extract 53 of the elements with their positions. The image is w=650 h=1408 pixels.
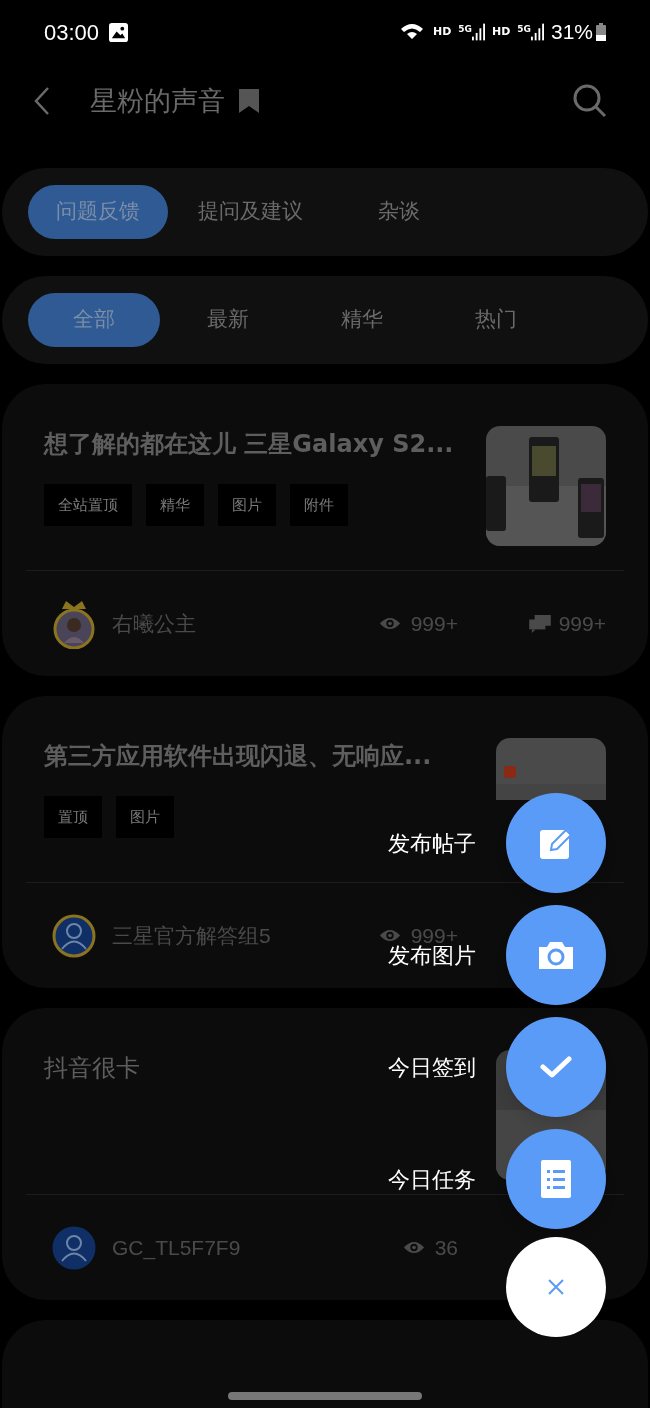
network-label: 5G — [517, 23, 531, 36]
menu-label: 今日任务 — [388, 1165, 476, 1194]
page-title: 星粉的声音 — [90, 83, 225, 118]
view-count: 999+ — [410, 610, 458, 637]
tab[interactable]: 问题反馈 — [28, 185, 168, 239]
clock: 03:00 — [44, 18, 100, 47]
signal-icon — [471, 23, 485, 41]
menu-label: 发布图片 — [388, 942, 476, 970]
eye-icon — [378, 616, 401, 631]
network-label: 5G — [458, 23, 472, 36]
tag: 图片 — [218, 484, 276, 526]
author-name: 三星官方解答组5 — [112, 922, 271, 949]
post-card[interactable]: 想了解的都在这儿 三星Galaxy S2... 全站置顶 精华 图片 附件 右曦公主 999+ 999+ — [2, 384, 648, 676]
post-title: 想了解的都在这儿 三星Galaxy S2... — [44, 429, 454, 460]
search-button[interactable] — [572, 83, 608, 119]
avatar — [52, 1225, 96, 1270]
network-label: HD — [432, 23, 452, 40]
tag: 全站置顶 — [44, 484, 132, 526]
battery-level: 31% — [550, 19, 593, 46]
avatar — [52, 913, 96, 958]
bookmark-icon[interactable] — [239, 89, 259, 113]
post-title: 抖音很卡 — [44, 1053, 140, 1084]
tab[interactable]: 精华 — [296, 293, 428, 347]
tab[interactable]: 最新 — [162, 293, 294, 347]
camera-icon — [537, 939, 575, 971]
menu-label: 发布帖子 — [388, 829, 476, 858]
menu-label: 今日签到 — [388, 1053, 476, 1082]
author-name: GC_TL5F7F9 — [112, 1234, 241, 1262]
view-count: 36 — [434, 1234, 458, 1261]
eye-icon — [378, 928, 401, 943]
post-title: 第三方应用软件出现闪退、无响应... — [44, 741, 432, 772]
signal-icon — [530, 23, 544, 41]
eye-icon — [402, 1240, 425, 1255]
list-icon — [541, 1160, 571, 1198]
image-icon — [109, 22, 129, 42]
wifi-icon — [399, 22, 426, 42]
comments-icon — [528, 614, 551, 633]
tab[interactable]: 杂谈 — [333, 185, 465, 239]
tag: 附件 — [290, 484, 348, 526]
post-card[interactable] — [2, 1320, 648, 1408]
battery-icon — [596, 23, 606, 41]
author-name: 右曦公主 — [112, 610, 196, 637]
comment-count: 999+ — [558, 610, 606, 637]
tab[interactable]: 热门 — [430, 293, 562, 347]
tag: 精华 — [146, 484, 204, 526]
close-icon — [548, 1279, 564, 1295]
check-icon — [540, 1055, 572, 1079]
tag: 置顶 — [44, 796, 102, 838]
tab[interactable]: 全部 — [28, 293, 160, 347]
tab[interactable]: 提问及建议 — [170, 185, 331, 239]
tag: 图片 — [116, 796, 174, 838]
avatar — [52, 598, 96, 649]
network-label: HD — [491, 23, 511, 40]
